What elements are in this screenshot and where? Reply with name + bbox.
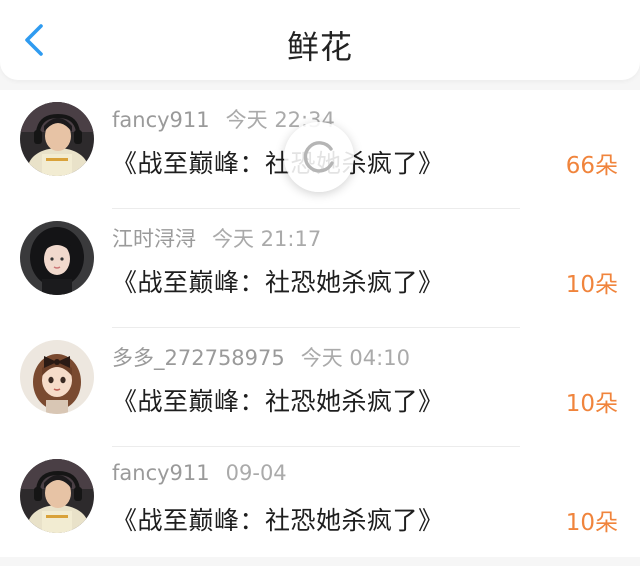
user-avatar[interactable] <box>20 459 94 533</box>
list-item[interactable]: 江时浔浔 今天 21:17 《战至巅峰：社恐她杀疯了》 10朵 <box>0 209 640 328</box>
record-meta: 多多_272758975 今天 04:10 <box>112 342 410 372</box>
flower-count: 10朵 <box>565 391 618 417</box>
flower-count: 10朵 <box>565 510 618 536</box>
user-avatar[interactable] <box>20 340 94 414</box>
drama-title[interactable]: 《战至巅峰：社恐她杀疯了》 <box>112 382 444 418</box>
drama-title[interactable]: 《战至巅峰：社恐她杀疯了》 <box>112 263 444 299</box>
record-meta: fancy911 09-04 <box>112 461 287 485</box>
user-avatar[interactable] <box>20 221 94 295</box>
page-title: 鲜花 <box>286 28 353 66</box>
record-meta: 江时浔浔 今天 21:17 <box>112 223 321 253</box>
username[interactable]: fancy911 <box>112 461 210 485</box>
flower-count: 10朵 <box>565 272 618 298</box>
loading-spinner-icon <box>303 141 334 173</box>
list-item[interactable]: fancy911 09-04 《战至巅峰：社恐她杀疯了》 10朵 <box>0 447 640 566</box>
timestamp: 09-04 <box>225 461 287 485</box>
username[interactable]: 江时浔浔 <box>112 227 196 251</box>
list-item[interactable]: 多多_272758975 今天 04:10 《战至巅峰：社恐她杀疯了》 10朵 <box>0 328 640 447</box>
username[interactable]: fancy911 <box>112 108 210 132</box>
drama-title[interactable]: 《战至巅峰：社恐她杀疯了》 <box>112 144 444 180</box>
loading-spinner <box>284 122 354 192</box>
top-bar: 鲜花 <box>0 0 640 80</box>
drama-title[interactable]: 《战至巅峰：社恐她杀疯了》 <box>112 501 444 537</box>
timestamp: 今天 21:17 <box>212 227 322 251</box>
flower-count: 66朵 <box>565 153 618 179</box>
username[interactable]: 多多_272758975 <box>112 346 285 370</box>
timestamp: 今天 04:10 <box>300 346 410 370</box>
user-avatar[interactable] <box>20 102 94 176</box>
